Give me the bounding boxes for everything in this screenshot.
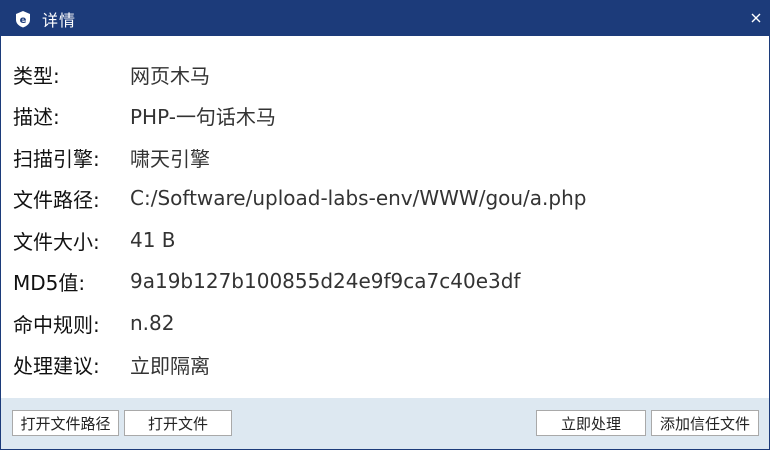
detail-label: 命中规则: <box>13 312 100 337</box>
button-bar: 打开文件路径 打开文件 立即处理 添加信任文件 <box>1 398 769 449</box>
svg-text:e: e <box>20 15 27 26</box>
open-file-path-button[interactable]: 打开文件路径 <box>12 410 119 436</box>
detail-label: 描述: <box>13 104 60 129</box>
detail-value: n.82 <box>130 311 175 335</box>
detail-label: 文件大小: <box>13 229 100 254</box>
detail-label: 类型: <box>13 63 60 88</box>
detail-row-suggestion: 处理建议: 立即隔离 <box>13 349 210 379</box>
detail-label: 处理建议: <box>13 353 100 378</box>
title-bar[interactable]: e 详情 <box>1 1 769 36</box>
detail-value: 41 B <box>130 228 176 252</box>
open-file-button[interactable]: 打开文件 <box>124 410 232 436</box>
detail-value: 啸天引擎 <box>130 146 210 171</box>
details-panel: 类型: 网页木马 描述: PHP-一句话木马 扫描引擎: 啸天引擎 文件路径: … <box>1 36 769 398</box>
detail-value: 9a19b127b100855d24e9f9ca7c40e3df <box>130 269 521 293</box>
detail-label: 文件路径: <box>13 187 100 212</box>
add-trusted-file-button[interactable]: 添加信任文件 <box>651 410 759 436</box>
dialog-title: 详情 <box>42 10 77 30</box>
detail-value: PHP-一句话木马 <box>130 104 276 129</box>
handle-now-button[interactable]: 立即处理 <box>536 410 646 436</box>
detail-label: MD5值: <box>13 270 86 295</box>
detail-row-rule: 命中规则: n.82 <box>13 308 174 338</box>
detail-row-md5: MD5值: 9a19b127b100855d24e9f9ca7c40e3df <box>13 266 520 296</box>
detail-row-file-path: 文件路径: C:/Software/upload-labs-env/WWW/go… <box>13 183 586 213</box>
detail-row-type: 类型: 网页木马 <box>13 59 210 89</box>
detail-row-file-size: 文件大小: 41 B <box>13 225 176 255</box>
details-dialog: e 详情 类型: 网页木马 描述: PHP-一句话木马 扫描引擎: 啸天引擎 文… <box>0 0 770 450</box>
detail-value: C:/Software/upload-labs-env/WWW/gou/a.ph… <box>130 186 587 210</box>
close-icon[interactable] <box>747 9 765 27</box>
detail-row-engine: 扫描引擎: 啸天引擎 <box>13 142 210 172</box>
detail-label: 扫描引擎: <box>13 146 100 171</box>
detail-value: 网页木马 <box>130 63 210 88</box>
detail-row-description: 描述: PHP-一句话木马 <box>13 100 276 130</box>
app-logo-icon: e <box>14 10 32 28</box>
detail-value: 立即隔离 <box>130 353 210 378</box>
